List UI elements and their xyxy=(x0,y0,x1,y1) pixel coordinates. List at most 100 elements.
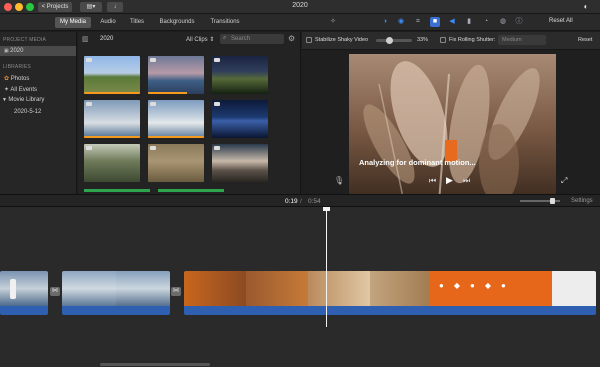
playhead-handle[interactable] xyxy=(323,207,330,211)
sidebar-item-all-events[interactable]: ✦ All Events xyxy=(4,86,37,93)
tab-audio[interactable]: Audio xyxy=(96,17,120,28)
color-correction-icon[interactable]: ◉ xyxy=(396,17,406,27)
slider-thumb[interactable] xyxy=(386,37,393,44)
title-bar: < Projects ▤▾ ↓ 2020 ◐ xyxy=(0,0,600,14)
fullscreen-icon[interactable]: ⤢ xyxy=(561,176,567,186)
filter-icon[interactable]: ◍ xyxy=(498,17,508,27)
media-thumbnail[interactable] xyxy=(148,100,204,138)
tab-titles[interactable]: Titles xyxy=(125,17,149,28)
reset-all-button[interactable]: Reset All xyxy=(549,18,573,24)
speed-icon[interactable]: ◔ xyxy=(481,17,491,27)
used-range-bar xyxy=(158,189,224,192)
sidebar-item-label: All Events xyxy=(10,87,38,93)
audio-waveform xyxy=(62,306,170,315)
playhead[interactable] xyxy=(326,207,327,327)
transition-icon[interactable]: ⋈ xyxy=(50,287,60,296)
search-placeholder: Search xyxy=(231,36,251,42)
sidebar-item-label: Movie Library xyxy=(8,97,45,103)
media-thumbnail[interactable] xyxy=(212,56,268,94)
video-clip-icon xyxy=(86,58,92,62)
timeline-settings-button[interactable]: Settings xyxy=(571,198,593,204)
reset-button[interactable]: Reset xyxy=(578,37,592,43)
timeline-clip[interactable]: ●◆●◆● xyxy=(184,271,596,315)
analyzing-status: Analyzing for dominant motion... xyxy=(359,158,476,167)
used-range-bar xyxy=(148,136,204,138)
stabilize-slider[interactable] xyxy=(376,37,412,44)
media-browser: ▥ 2020 All Clips ⇕ ⌕ Search ⚙ xyxy=(78,32,301,194)
media-thumbnail[interactable] xyxy=(212,100,268,138)
icon-graphics: ●◆●◆● xyxy=(439,281,516,290)
video-clip-icon xyxy=(86,102,92,106)
window-title: 2020 xyxy=(292,2,308,9)
transition-icon[interactable]: ⋈ xyxy=(171,287,181,296)
rolling-shutter-checkbox[interactable] xyxy=(440,37,446,43)
sidebar-item-project[interactable]: ▣ 2020 xyxy=(0,46,76,56)
tab-my-media[interactable]: My Media xyxy=(55,17,91,28)
video-clip-icon xyxy=(214,58,220,62)
time-separator: / xyxy=(300,198,302,205)
color-balance-icon[interactable]: ◑ xyxy=(380,17,390,27)
noise-reduction-icon[interactable]: ▮ xyxy=(464,17,474,27)
used-range-bar xyxy=(84,189,150,192)
sidebar-item-event-2020-5-12[interactable]: 2020-5-12 xyxy=(14,109,41,115)
crop-icon[interactable]: ⌗ xyxy=(413,17,423,27)
video-clip-icon xyxy=(214,102,220,106)
video-clip-icon xyxy=(150,146,156,150)
rolling-shutter-select[interactable]: Medium xyxy=(498,35,546,45)
used-range-bar xyxy=(84,92,140,94)
media-thumbnail[interactable] xyxy=(212,144,268,182)
video-clip-icon xyxy=(86,146,92,150)
photos-icon: ✿ xyxy=(4,76,11,82)
enhance-icon[interactable]: ◐ xyxy=(580,2,592,12)
sidebar-item-movie-library[interactable]: ▼ Movie Library xyxy=(2,97,44,103)
media-thumbnail[interactable] xyxy=(148,56,204,94)
audio-waveform xyxy=(0,306,48,315)
stabilize-value: 33% xyxy=(417,37,429,43)
total-time: 0:54 xyxy=(308,198,321,205)
sidebar-item-label: Photos xyxy=(10,76,30,82)
stabilize-checkbox[interactable] xyxy=(306,37,312,43)
media-thumbnail[interactable] xyxy=(84,144,140,182)
zoom-slider[interactable] xyxy=(520,198,560,204)
used-range-bar xyxy=(84,136,140,138)
video-clip-icon xyxy=(150,58,156,62)
viewer-panel: Stabilize Shaky Video 33% Fix Rolling Sh… xyxy=(302,32,600,202)
clip-filter-select[interactable]: All Clips ⇕ xyxy=(186,36,214,43)
sidebar-toggle-icon[interactable]: ▥ xyxy=(82,35,89,43)
sidebar-item-label: 2020 xyxy=(10,48,24,54)
libraries-sidebar: PROJECT MEDIA ▣ 2020 LIBRARIES ✿ Photos … xyxy=(0,32,77,194)
volume-icon[interactable]: ◀ xyxy=(447,17,457,27)
event-title: 2020 xyxy=(100,36,114,42)
gear-icon[interactable]: ⚙ xyxy=(288,34,295,43)
play-icon[interactable]: ▶ xyxy=(446,175,453,186)
info-icon[interactable]: ⓘ xyxy=(514,17,524,27)
media-thumbnail[interactable] xyxy=(84,100,140,138)
audio-waveform xyxy=(184,306,596,315)
magic-wand-icon[interactable]: ✧ xyxy=(328,17,338,27)
video-clip-icon xyxy=(214,146,220,150)
microphone-icon[interactable]: 🎙︎ xyxy=(334,176,344,185)
timeline-clip[interactable] xyxy=(0,271,48,315)
skip-back-icon[interactable]: ⏮ xyxy=(429,176,436,186)
project-media-heading: PROJECT MEDIA xyxy=(3,37,47,43)
search-field[interactable]: ⌕ Search xyxy=(220,34,284,44)
media-thumbnail[interactable] xyxy=(148,144,204,182)
skip-forward-icon[interactable]: ⏭ xyxy=(463,176,470,186)
video-clip-icon xyxy=(150,102,156,106)
timeline-scrollbar[interactable] xyxy=(100,363,210,366)
tab-transitions[interactable]: Transitions xyxy=(205,17,245,28)
stabilization-icon[interactable]: ■ xyxy=(430,17,440,27)
media-thumbnail[interactable] xyxy=(84,56,140,94)
timeline-clip[interactable] xyxy=(62,271,170,315)
media-tab-bar: My Media Audio Titles Backgrounds Transi… xyxy=(0,14,600,31)
rolling-shutter-label: Fix Rolling Shutter: xyxy=(449,37,496,43)
libraries-heading: LIBRARIES xyxy=(3,64,31,70)
tab-backgrounds[interactable]: Backgrounds xyxy=(155,17,199,28)
stabilization-toolbar: Stabilize Shaky Video 33% Fix Rolling Sh… xyxy=(302,32,600,50)
used-range-bar xyxy=(148,92,188,94)
slider-thumb[interactable] xyxy=(550,198,555,204)
sidebar-item-photos[interactable]: ✿ Photos xyxy=(4,75,29,82)
current-time: 0:19 xyxy=(285,198,298,205)
timeline-header: 0:19 / 0:54 Settings xyxy=(0,194,600,207)
clip-filter-label: All Clips xyxy=(186,37,208,43)
